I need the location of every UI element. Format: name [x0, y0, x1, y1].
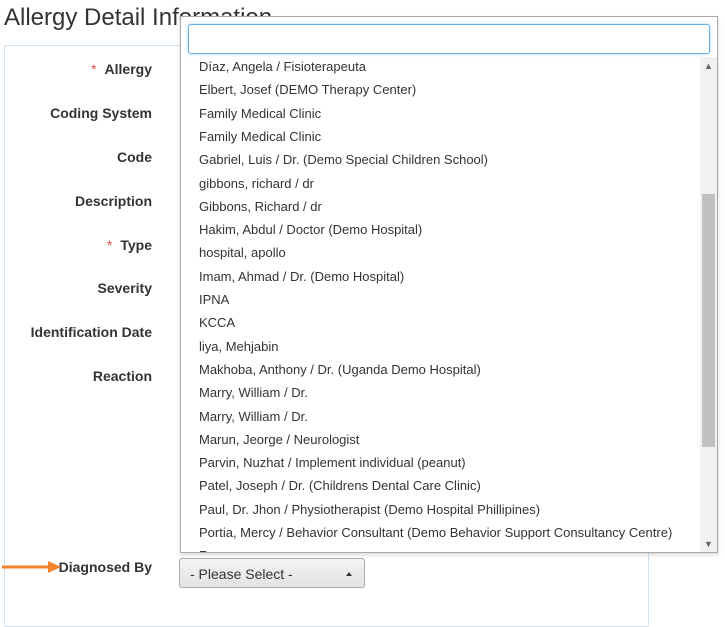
scroll-thumb[interactable]	[702, 194, 715, 447]
dropdown-option[interactable]: Portia, Mercy / Behavior Consultant (Dem…	[199, 525, 672, 540]
scroll-down-icon[interactable]: ▼	[700, 535, 717, 552]
dropdown-option[interactable]: Hakim, Abdul / Doctor (Demo Hospital)	[199, 222, 422, 237]
dropdown-option[interactable]: Marry, William / Dr.	[199, 409, 308, 424]
dropdown-option[interactable]: liya, Mehjabin	[199, 339, 279, 354]
dropdown-option[interactable]: Marun, Jeorge / Neurologist	[199, 432, 359, 447]
label-type: * Type	[106, 237, 152, 253]
required-marker: *	[91, 61, 97, 77]
label-reaction: Reaction	[92, 368, 152, 384]
orange-arrow-icon	[2, 561, 61, 573]
dropdown-option[interactable]: Family Medical Clinic	[199, 129, 321, 144]
caret-up-icon	[346, 572, 352, 576]
dropdown-option[interactable]: Family Medical Clinic	[199, 106, 321, 121]
label-code: Code	[117, 149, 152, 165]
dropdown-option[interactable]: gibbons, richard / dr	[199, 176, 314, 191]
label-diagnosed-by: Diagnosed By	[58, 559, 152, 575]
dropdown-option[interactable]: Gabriel, Luis / Dr. (Demo Special Childr…	[199, 152, 488, 167]
dropdown-option[interactable]: Imam, Ahmad / Dr. (Demo Hospital)	[199, 269, 404, 284]
dropdown-option[interactable]: Makhoba, Anthony / Dr. (Uganda Demo Hosp…	[199, 362, 481, 377]
dropdown-results-list: Díaz, Angela / Fisioterapeuta Elbert, Jos…	[181, 57, 700, 552]
dropdown-option[interactable]: Gibbons, Richard / dr	[199, 199, 322, 214]
dropdown-scrollbar[interactable]: ▲ ▼	[700, 57, 717, 552]
diagnosed-by-select[interactable]: - Please Select -	[179, 558, 365, 588]
label-identification-date: Identification Date	[30, 324, 152, 340]
diagnosed-by-dropdown: Díaz, Angela / Fisioterapeuta Elbert, Jos…	[180, 16, 718, 553]
dropdown-option[interactable]: KCCA	[199, 315, 235, 330]
dropdown-option[interactable]: IPNA	[199, 292, 229, 307]
required-marker: *	[106, 237, 113, 253]
dropdown-option[interactable]: Paul, Dr. Jhon / Physiotherapist (Demo H…	[199, 502, 540, 517]
label-coding-system: Coding System	[50, 105, 152, 121]
dropdown-option[interactable]: Patel, Joseph / Dr. (Childrens Dental Ca…	[199, 478, 481, 493]
label-allergy: * Allergy	[91, 61, 152, 77]
dropdown-option[interactable]: Parvin, Nuzhat / Implement individual (p…	[199, 455, 466, 470]
diagnosed-by-selected-value: - Please Select -	[190, 566, 293, 582]
dropdown-option[interactable]: Elbert, Josef (DEMO Therapy Center)	[199, 82, 416, 97]
label-description: Description	[74, 193, 152, 209]
scroll-up-icon[interactable]: ▲	[700, 57, 717, 74]
dropdown-option[interactable]: Ram, ...	[199, 548, 245, 552]
dropdown-option[interactable]: Díaz, Angela / Fisioterapeuta	[199, 59, 366, 74]
label-severity: Severity	[97, 280, 152, 296]
dropdown-search-input[interactable]	[188, 24, 710, 54]
dropdown-option[interactable]: Marry, William / Dr.	[199, 385, 308, 400]
dropdown-option[interactable]: hospital, apollo	[199, 245, 286, 260]
